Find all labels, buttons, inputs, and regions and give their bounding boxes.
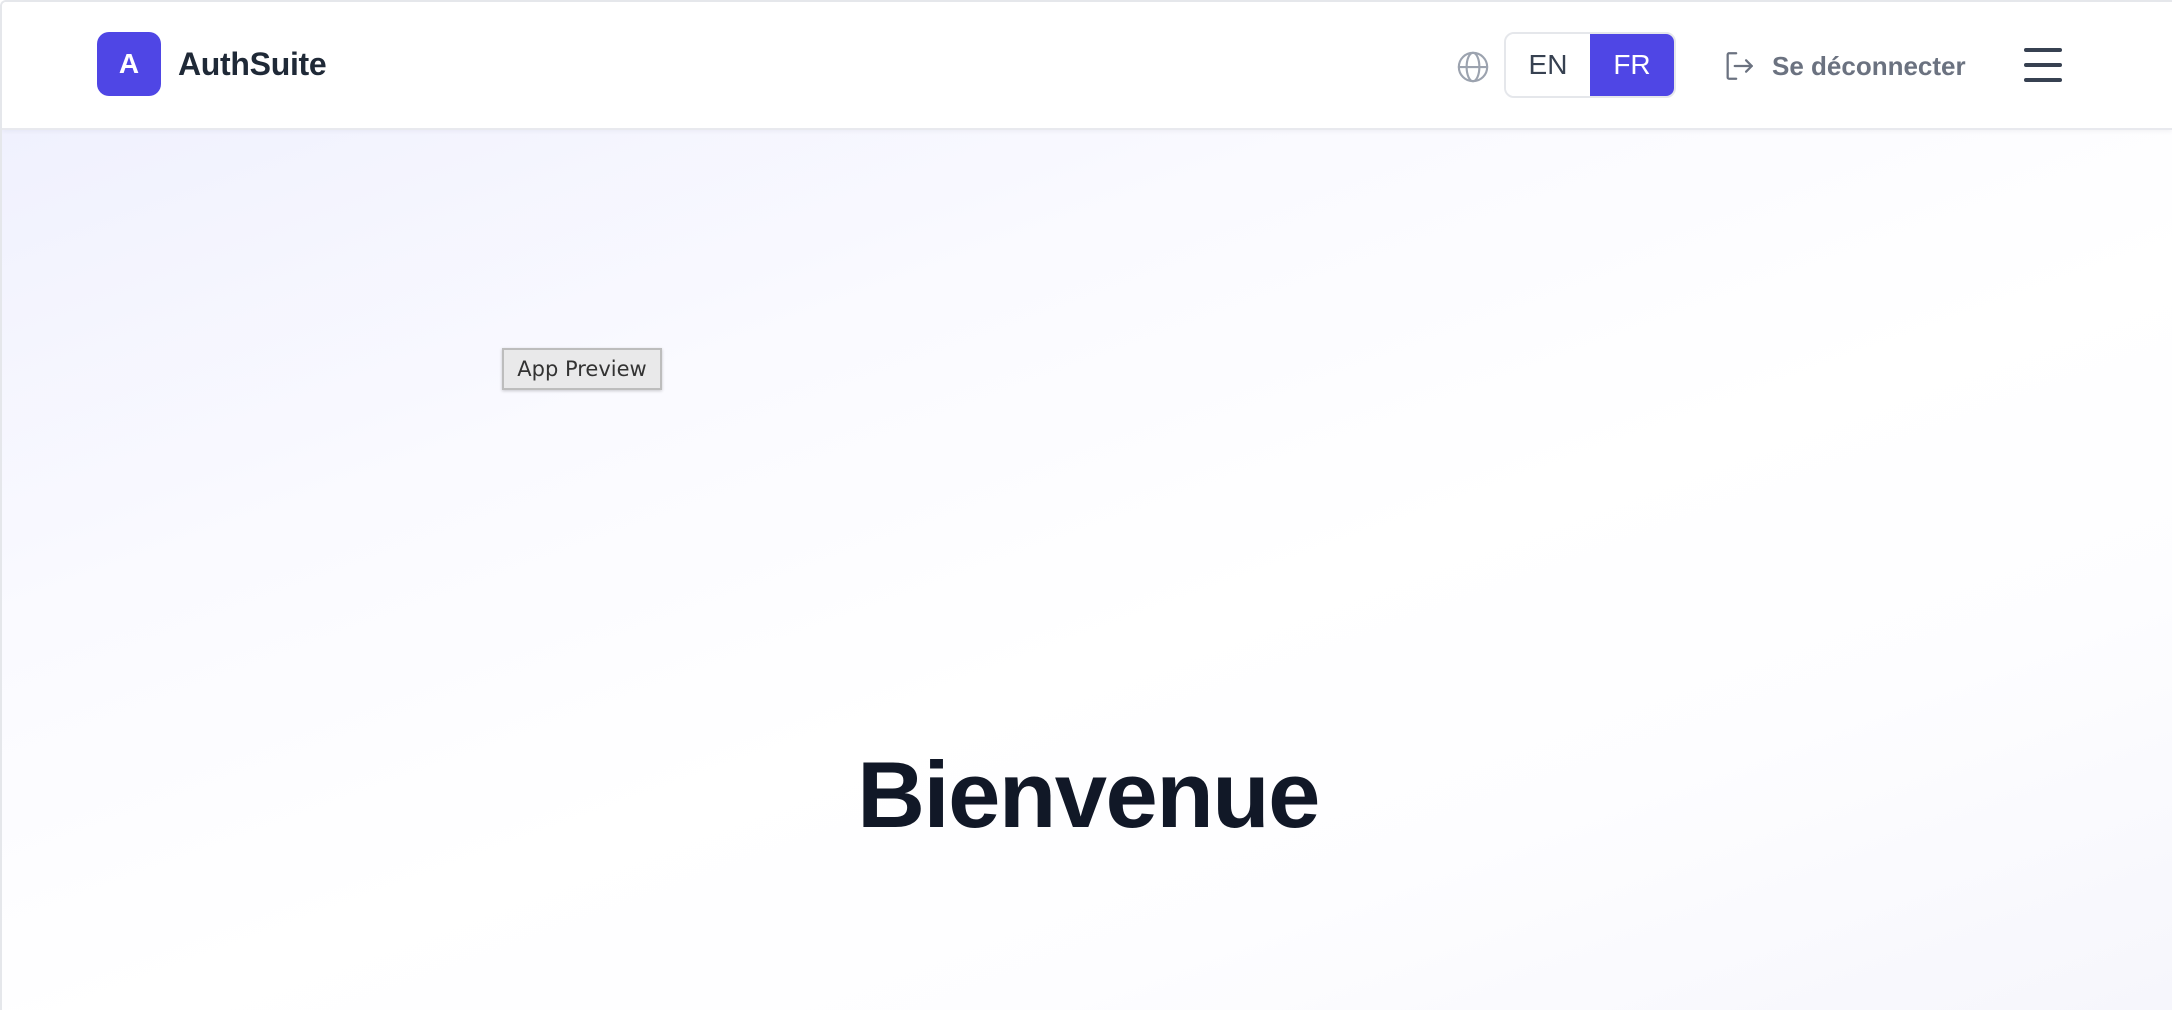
brand-logo-letter: A <box>118 48 140 79</box>
top-header: A AuthSuite EN FR Se déconnecter <box>2 2 2172 130</box>
main-content: App Preview Bienvenue <box>2 130 2172 1010</box>
hamburger-menu-icon[interactable] <box>2024 48 2062 82</box>
logout-label: Se déconnecter <box>1772 50 1966 81</box>
logout-button[interactable]: Se déconnecter <box>1722 42 1966 90</box>
logout-icon <box>1726 52 1753 80</box>
brand-logo: A <box>97 32 161 96</box>
brand-name: AuthSuite <box>178 45 327 82</box>
language-switcher: EN FR <box>1504 32 1676 98</box>
app-preview-button[interactable]: App Preview <box>502 348 662 390</box>
brand[interactable]: A AuthSuite <box>97 32 327 96</box>
language-option-en[interactable]: EN <box>1506 34 1590 96</box>
language-option-fr[interactable]: FR <box>1590 34 1674 96</box>
app-window: A AuthSuite EN FR Se déconnecter App Pre… <box>0 0 2172 1010</box>
hero-title: Bienvenue <box>857 742 1320 847</box>
globe-icon <box>1457 51 1489 83</box>
